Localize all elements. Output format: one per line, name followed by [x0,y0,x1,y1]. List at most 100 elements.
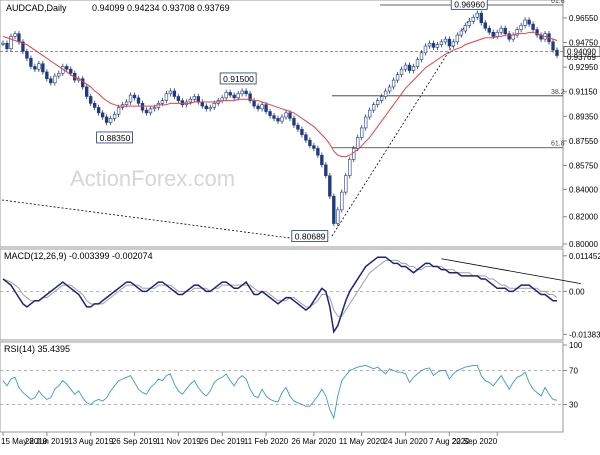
candle-body [224,92,228,99]
candle-body [92,103,97,108]
x-tick-label: 28 Jun 2019 [25,437,70,446]
fib-level-label: 38.2 [551,89,565,96]
price-y-label: 0.85750 [569,161,598,170]
price-annotation-label: 0.88350 [100,133,131,143]
candle-body [104,116,109,123]
candle-body [427,42,432,47]
candle-body [451,41,456,47]
candle-body [112,113,117,119]
candle-body [9,36,13,50]
candle-body [148,108,153,114]
price-ohlc: 0.94099 0.94234 0.93708 0.93769 [92,3,230,13]
candle-body [399,68,404,75]
candle-body [423,45,428,54]
x-tick-label: 11 Feb 2020 [244,437,289,446]
candle-body [475,12,479,18]
price-y-label: 0.96550 [569,14,598,23]
x-tick-label: 26 Sep 2019 [112,437,158,446]
candle-body [49,78,53,84]
candle-body [463,25,468,32]
candle-body [431,42,436,48]
price-y-label: 0.82000 [569,213,598,222]
candle-body [519,25,523,30]
current-price-label-2: 0.93769 [567,53,596,62]
candle-body [316,148,320,156]
candle-body [1,42,5,45]
x-tick-label: 24 Jun 2020 [384,437,429,446]
candle-body [96,107,101,114]
candle-body [228,92,232,96]
candle-body [296,124,300,130]
candle-body [439,41,444,45]
candle-body [17,33,21,43]
candle-body [320,154,324,166]
candle-body [360,127,364,138]
candle-body [33,66,37,70]
candle-body [136,97,141,104]
candle-body [160,100,165,104]
candle-body [236,93,240,99]
candle-body [395,74,400,81]
price-annotation-label: 0.96960 [454,0,485,9]
price-y-label: 0.80000 [569,240,598,249]
candle-body [555,49,559,56]
candle-body [41,63,45,73]
rsi-y-label: 30 [569,401,578,410]
rsi-y-label: 100 [569,341,583,350]
candle-body [419,52,424,60]
price-y-label: 0.92950 [569,63,598,72]
macd-y-label: 0.011452 [569,252,600,261]
candle-body [240,90,244,95]
candle-body [332,195,336,224]
candle-body [164,93,169,101]
candle-body [371,104,376,111]
candle-body [308,139,312,146]
candle-body [495,32,499,37]
candle-body [232,94,236,99]
candle-body [503,27,507,34]
macd-y-label: -0.013831 [569,330,600,339]
candle-body [435,44,440,48]
candle-body [356,137,360,149]
candle-body [499,27,503,33]
rsi-pane [0,341,564,433]
macd-pane [0,248,564,341]
candle-body [284,112,288,118]
candle-body [204,105,208,110]
candle-body [13,33,17,37]
candle-body [144,109,149,114]
candle-body [375,100,380,105]
x-tick-label: 26 Mar 2020 [291,437,336,446]
candle-body [443,38,448,43]
price-pane [0,0,564,248]
watermark: ActionForex.com [70,166,235,191]
candle-body [487,27,491,33]
candle-body [264,104,268,112]
candle-body [244,90,248,95]
candle-body [391,79,396,88]
candle-body [507,33,511,40]
candle-body [200,101,204,107]
candle-body [85,86,89,97]
x-tick-label: 13 Aug 2019 [68,437,113,446]
price-y-label: 0.87550 [569,137,598,146]
candle-body [491,32,495,37]
candle-body [483,22,487,29]
candle-body [252,100,256,107]
candle-body [53,75,57,84]
candle-body [256,105,260,110]
candle-body [367,109,372,118]
candle-body [208,107,212,110]
fib-level-label: 61.8 [551,0,565,5]
candle-body [132,94,137,99]
price-annotation-label: 0.91500 [223,74,254,84]
candle-body [328,175,332,197]
candle-body [280,116,284,122]
price-y-label: 0.94750 [569,39,598,48]
candle-body [340,191,344,211]
candle-body [196,96,200,103]
candle-body [172,90,177,97]
candle-body [57,72,61,77]
candle-body [140,103,145,111]
candle-body [447,38,452,47]
